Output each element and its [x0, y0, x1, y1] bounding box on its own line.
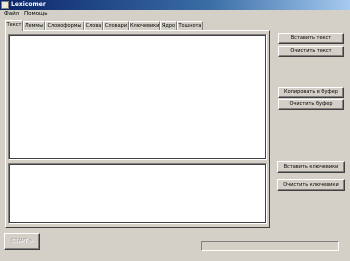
- tab-keywords[interactable]: Ключевики: [129, 21, 160, 30]
- menu-bar: Файл Помощь: [0, 10, 350, 19]
- tab-words[interactable]: Слова: [84, 21, 103, 30]
- start-button[interactable]: СТАРТ >: [4, 233, 40, 250]
- tab-panel-text: [5, 30, 270, 228]
- app-window: Lexicomer Файл Помощь Текст Леммы Словоф…: [0, 0, 350, 261]
- progress-bar: [201, 241, 339, 251]
- tab-wordforms[interactable]: Словоформы: [45, 21, 84, 30]
- clear-keywords-button[interactable]: Очистить ключевики: [277, 179, 345, 191]
- title-bar[interactable]: Lexicomer: [0, 0, 350, 10]
- paste-text-button[interactable]: Вставить текст: [278, 33, 344, 44]
- app-icon: [1, 1, 9, 9]
- tab-lemmas[interactable]: Леммы: [23, 21, 45, 30]
- keywords-text-area[interactable]: [8, 163, 267, 224]
- tab-core[interactable]: Ядро: [160, 21, 177, 30]
- tab-text[interactable]: Текст: [5, 20, 23, 31]
- tab-dictionaries[interactable]: Словари: [103, 21, 129, 30]
- tab-nausea[interactable]: Тошнота: [177, 21, 203, 30]
- paste-keywords-button[interactable]: Вставить ключевики: [277, 161, 345, 173]
- window-title: Lexicomer: [11, 1, 46, 8]
- clear-text-button[interactable]: Очистить текст: [278, 46, 344, 57]
- main-text-area[interactable]: [8, 34, 267, 160]
- clear-buffer-button[interactable]: Очистить буфер: [278, 99, 344, 110]
- menu-file[interactable]: Файл: [4, 10, 19, 19]
- copy-to-buffer-button[interactable]: Копировать в буфер: [278, 87, 344, 98]
- menu-help[interactable]: Помощь: [24, 10, 47, 19]
